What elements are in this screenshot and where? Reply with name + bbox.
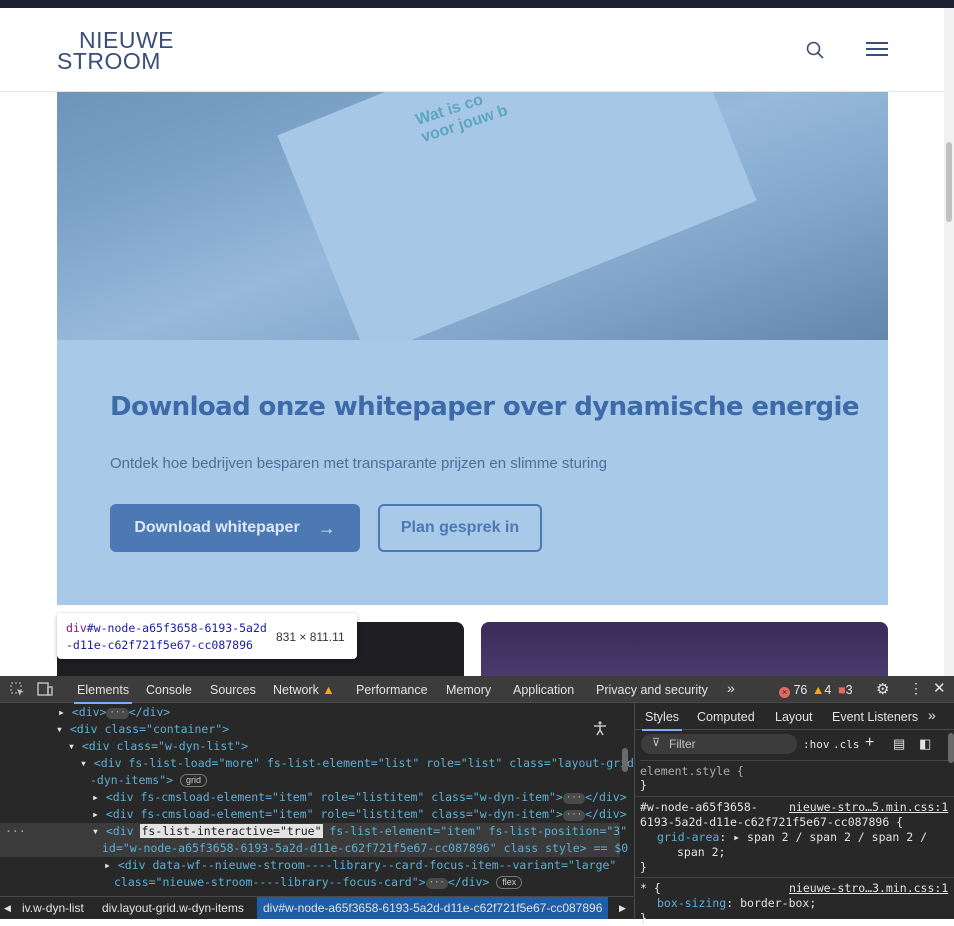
breadcrumb-scroll-right-icon[interactable]: ▶ xyxy=(619,903,626,914)
dom-breadcrumbs: ◀ iv.w-dyn-list div.layout-grid.w-dyn-it… xyxy=(0,896,633,919)
styles-sidebar: Styles Computed Layout Event Listeners »… xyxy=(634,703,954,925)
styles-scrollbar-thumb[interactable] xyxy=(948,733,954,763)
whitepaper-subtitle: Ontdek hoe bedrijven besparen met transp… xyxy=(110,455,607,472)
rule1-declaration[interactable]: grid-area: ▸ span 2 / span 2 / span 2 / xyxy=(657,830,927,845)
dom-node-w-dyn-list[interactable]: ▾ <div class="w-dyn-list"> xyxy=(68,738,248,755)
dom-node-layout-grid[interactable]: ▾ <div fs-list-load="more" fs-list-eleme… xyxy=(80,755,633,772)
styles-filter-input[interactable]: Filter xyxy=(641,734,797,754)
breadcrumb-layout-grid[interactable]: div.layout-grid.w-dyn-items xyxy=(102,901,244,915)
rule1-declaration-cont: span 2; xyxy=(677,845,726,859)
tab-styles[interactable]: Styles xyxy=(641,710,683,731)
download-whitepaper-button[interactable]: Download whitepaper → xyxy=(110,504,360,552)
settings-gear-icon[interactable]: ⚙ xyxy=(876,680,889,698)
tab-sources[interactable]: Sources xyxy=(210,683,256,697)
dom-node-focus-card-cont: class="nieuwe-stroom----library--focus-c… xyxy=(114,874,523,891)
element-style-close: } xyxy=(640,778,647,792)
devtools-tab-bar: Elements Console Sources Network ▲ Perfo… xyxy=(0,676,954,704)
rule2-selector[interactable]: * { xyxy=(640,881,661,896)
dom-node-listitem-2[interactable]: ▸ <div fs-cmsload-element="item" role="l… xyxy=(92,806,627,823)
scrollbar-thumb[interactable] xyxy=(946,142,952,222)
tooltip-element-name: div#w-node-a65f3658-6193-5a2d-d11e-c62f7… xyxy=(66,621,267,652)
accessibility-icon[interactable] xyxy=(592,720,608,736)
rule1-selector-cont: 6193-5a2d-d11e-c62f721f5e67-cc087896 { xyxy=(640,815,904,829)
page-scrollbar[interactable] xyxy=(944,8,954,676)
tab-computed[interactable]: Computed xyxy=(697,710,755,724)
new-style-rule-icon[interactable]: + xyxy=(865,734,874,752)
web-page: Wat is covoor jouw b NIEUWE STROOM Downl… xyxy=(0,0,954,676)
cls-toggle[interactable]: .cls xyxy=(833,738,860,751)
error-count[interactable]: × 76 xyxy=(779,683,807,698)
close-devtools-icon[interactable]: ✕ xyxy=(933,679,946,697)
rule1-close: } xyxy=(640,860,647,874)
download-whitepaper-label: Download whitepaper xyxy=(134,519,300,536)
more-tabs-icon[interactable]: » xyxy=(727,680,735,696)
dom-node-container[interactable]: ▾ <div class="container"> xyxy=(56,721,229,738)
element-style-rule[interactable]: element.style { xyxy=(640,760,950,779)
site-header: NIEUWE STROOM xyxy=(0,8,944,92)
warning-count-icon: ▲ xyxy=(812,683,825,697)
tab-performance[interactable]: Performance xyxy=(356,683,428,697)
hamburger-menu-icon[interactable] xyxy=(866,42,888,58)
logo-line-2: STROOM xyxy=(57,48,161,74)
flex-badge[interactable]: flex xyxy=(496,876,523,889)
tab-memory[interactable]: Memory xyxy=(446,683,491,697)
more-options-icon[interactable]: ⋮ xyxy=(909,680,923,697)
inspect-tooltip: div#w-node-a65f3658-6193-5a2d-d11e-c62f7… xyxy=(57,613,357,659)
tab-console[interactable]: Console xyxy=(146,683,192,697)
issue-count-value: 3 xyxy=(845,683,853,697)
tab-application[interactable]: Application xyxy=(513,683,574,697)
search-icon[interactable] xyxy=(806,41,824,59)
inspect-element-icon[interactable] xyxy=(10,682,25,697)
breadcrumb-w-dyn-list[interactable]: iv.w-dyn-list xyxy=(22,901,84,915)
dom-node-selected-id[interactable]: id="w-node-a65f3658-6193-5a2d-d11e-c62f7… xyxy=(102,840,628,857)
issue-icon: ■ xyxy=(838,683,846,697)
plan-gesprek-button[interactable]: Plan gesprek in xyxy=(378,504,542,552)
elements-scrollbar-thumb[interactable] xyxy=(622,748,628,772)
plan-gesprek-label: Plan gesprek in xyxy=(400,519,520,536)
styles-tab-bar: Styles Computed Layout Event Listeners » xyxy=(635,703,954,731)
focus-card-image-2[interactable] xyxy=(481,622,888,676)
error-icon: × xyxy=(779,687,790,698)
warning-count[interactable]: ▲4 xyxy=(812,683,831,697)
grid-badge[interactable]: grid xyxy=(180,774,208,787)
tab-network[interactable]: Network ▲ xyxy=(273,683,335,697)
dom-node-focus-card[interactable]: ▸ <div data-wf--nieuwe-stroom----library… xyxy=(104,857,616,874)
dom-node-selected[interactable]: ▾ <div fs-list-interactive="true" fs-lis… xyxy=(92,823,627,840)
tab-elements[interactable]: Elements xyxy=(73,683,133,704)
dom-node-layout-grid-cont: -dyn-items"> grid xyxy=(90,772,208,789)
rule1-selector[interactable]: #w-node-a65f3658- xyxy=(640,800,758,815)
rule2-source-link[interactable]: nieuwe-stro…3.min.css:1 xyxy=(789,881,948,896)
selected-node-ellipsis: ··· xyxy=(5,824,26,838)
toggle-sidebar-icon[interactable]: ◧ xyxy=(919,736,931,752)
dom-node-div-collapsed[interactable]: ▸ <div> ··· </div> xyxy=(58,704,170,721)
warning-icon: ▲ xyxy=(322,683,335,697)
paint-brush-icon[interactable]: ▤ xyxy=(893,736,905,752)
warning-count-value: 4 xyxy=(824,683,832,697)
breadcrumb-scroll-left-icon[interactable]: ◀ xyxy=(4,903,11,914)
hov-toggle[interactable]: :hov xyxy=(803,738,830,751)
tab-layout[interactable]: Layout xyxy=(775,710,813,724)
site-logo[interactable]: NIEUWE STROOM xyxy=(57,29,174,74)
arrow-right-icon: → xyxy=(317,517,336,538)
issue-count[interactable]: ■3 xyxy=(838,683,853,697)
rule2-declaration[interactable]: box-sizing: border-box; xyxy=(657,896,816,911)
tab-event-listeners[interactable]: Event Listeners xyxy=(832,710,918,724)
error-count-value: 76 xyxy=(793,683,808,697)
filter-icon: ⊽ xyxy=(652,737,661,749)
device-toolbar-icon[interactable] xyxy=(37,682,53,697)
whitepaper-title: Download onze whitepaper over dynamische… xyxy=(110,392,860,422)
breadcrumb-selected-node[interactable]: div#w-node-a65f3658-6193-5a2d-d11e-c62f7… xyxy=(257,897,609,919)
tab-privacy-security[interactable]: Privacy and security xyxy=(596,683,708,697)
tooltip-dimensions: 831 × 811.11 xyxy=(276,630,345,644)
tab-network-label: Network xyxy=(273,683,319,697)
devtools-panel: Elements Console Sources Network ▲ Perfo… xyxy=(0,676,954,925)
rule1-source-link[interactable]: nieuwe-stro…5.min.css:1 xyxy=(789,800,948,815)
more-styles-tabs-icon[interactable]: » xyxy=(928,707,936,723)
dom-node-listitem-1[interactable]: ▸ <div fs-cmsload-element="item" role="l… xyxy=(92,789,627,806)
elements-dom-tree: ▸ <div> ··· </div> ▾ <div class="container… xyxy=(0,703,633,896)
browser-top-strip xyxy=(0,0,954,8)
